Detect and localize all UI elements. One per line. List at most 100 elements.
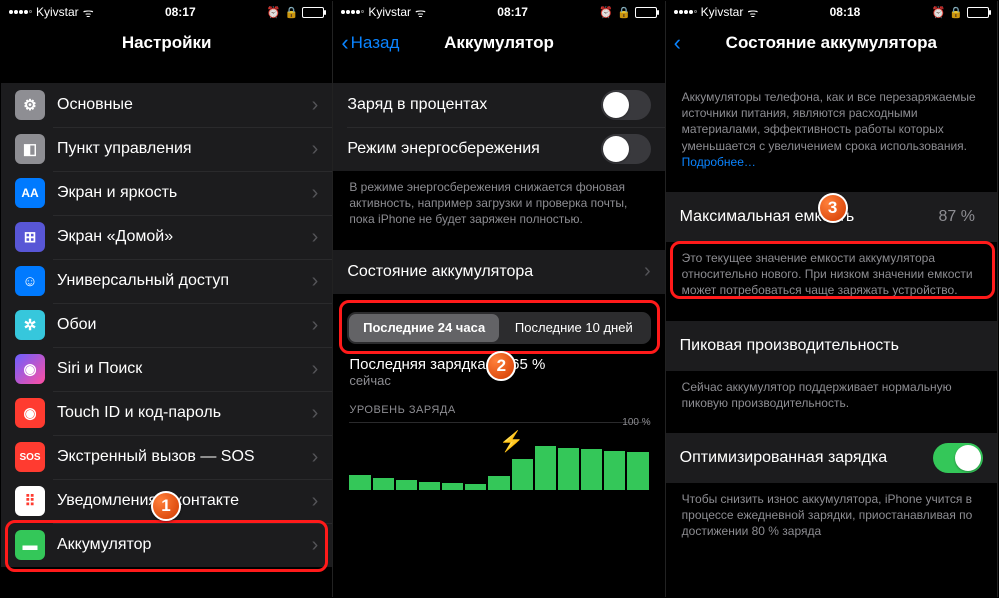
- chevron-right-icon: ›: [312, 138, 319, 161]
- chevron-left-icon: ‹: [341, 30, 348, 56]
- nav-bar: ‹ Состояние аккумулятора: [666, 21, 997, 65]
- chevron-right-icon: ›: [312, 226, 319, 249]
- battery-health-screen: Kyivstar ᯤ 08:18 ⏰ 🔒 ‹ Состояние аккумул…: [666, 1, 998, 597]
- signal-icon: [674, 10, 697, 14]
- max-capacity-footer: Это текущее значение емкости аккумулятор…: [666, 242, 997, 303]
- row-control-center[interactable]: ◧ Пункт управления ›: [1, 127, 332, 171]
- carrier-label: Kyivstar: [368, 5, 411, 19]
- wallpaper-icon: ✲: [15, 310, 45, 340]
- row-label: Основные: [57, 96, 312, 114]
- signal-icon: [341, 10, 364, 14]
- chart-header: УРОВЕНЬ ЗАРЯДА: [333, 392, 664, 418]
- last-charge-time: сейчас: [333, 373, 664, 392]
- row-peak-performance[interactable]: Пиковая производительность: [666, 321, 997, 371]
- row-label: Состояние аккумулятора: [347, 263, 644, 281]
- battery-list: Заряд в процентах Режим энергосбережения…: [333, 83, 664, 490]
- battery-icon: [635, 7, 657, 18]
- health-list: Аккумуляторы телефона, как и все перезар…: [666, 65, 997, 543]
- row-exposure[interactable]: ⠿ Уведомления о контакте ›: [1, 479, 332, 523]
- seg-10d[interactable]: Последние 10 дней: [499, 314, 649, 342]
- clock-label: 08:17: [165, 5, 196, 19]
- row-label: Пункт управления: [57, 140, 312, 158]
- battery-icon: ▬: [15, 530, 45, 560]
- row-display[interactable]: AA Экран и яркость ›: [1, 171, 332, 215]
- alarm-icon: ⏰: [932, 6, 946, 19]
- row-battery[interactable]: ▬ Аккумулятор ›: [1, 523, 332, 567]
- back-button[interactable]: ‹: [674, 30, 683, 56]
- chevron-left-icon: ‹: [674, 30, 681, 56]
- chevron-right-icon: ›: [312, 270, 319, 293]
- siri-icon: ◉: [15, 354, 45, 384]
- row-siri[interactable]: ◉ Siri и Поиск ›: [1, 347, 332, 391]
- low-power-footer: В режиме энергосбережения снижается фоно…: [333, 171, 664, 232]
- signal-icon: [9, 10, 32, 14]
- battery-screen: Kyivstar ᯤ 08:17 ⏰ 🔒 ‹ Назад Аккумулятор…: [333, 1, 665, 597]
- max-capacity-value: 87 %: [939, 208, 975, 226]
- row-label: Touch ID и код-пароль: [57, 404, 312, 422]
- clock-label: 08:17: [497, 5, 528, 19]
- gear-icon: ⚙: [15, 90, 45, 120]
- chart-y100: 100 %: [622, 417, 650, 428]
- carrier-label: Kyivstar: [36, 5, 79, 19]
- clock-label: 08:18: [830, 5, 861, 19]
- chevron-right-icon: ›: [312, 94, 319, 117]
- row-label: Экстренный вызов — SOS: [57, 448, 312, 466]
- nav-bar: Настройки: [1, 21, 332, 65]
- toggle-low-power[interactable]: [601, 134, 651, 164]
- toggle-optimized-charging[interactable]: [933, 443, 983, 473]
- switches-icon: ◧: [15, 134, 45, 164]
- page-title: Состояние аккумулятора: [726, 33, 937, 53]
- page-title: Настройки: [122, 33, 212, 53]
- accessibility-icon: ☺: [15, 266, 45, 296]
- row-wallpaper[interactable]: ✲ Обои ›: [1, 303, 332, 347]
- battery-chart: 100 % ⚡: [349, 422, 648, 490]
- row-label: Максимальная емкость: [680, 208, 939, 226]
- row-label: Режим энергосбережения: [347, 140, 600, 158]
- row-home-screen[interactable]: ⊞ Экран «Домой» ›: [1, 215, 332, 259]
- row-max-capacity[interactable]: Максимальная емкость 87 %: [666, 192, 997, 242]
- chevron-right-icon: ›: [644, 260, 651, 283]
- sos-icon: SOS: [15, 442, 45, 472]
- battery-icon: [967, 7, 989, 18]
- back-label: Назад: [351, 33, 400, 53]
- learn-more-link[interactable]: Подробнее…: [682, 155, 756, 169]
- chevron-right-icon: ›: [312, 402, 319, 425]
- segmented-control[interactable]: Последние 24 часа Последние 10 дней: [347, 312, 650, 344]
- carrier-label: Kyivstar: [701, 5, 744, 19]
- row-accessibility[interactable]: ☺ Универсальный доступ ›: [1, 259, 332, 303]
- chevron-right-icon: ›: [312, 182, 319, 205]
- row-sos[interactable]: SOS Экстренный вызов — SOS ›: [1, 435, 332, 479]
- grid-icon: ⊞: [15, 222, 45, 252]
- orientation-lock-icon: 🔒: [949, 6, 963, 19]
- battery-icon: [302, 7, 324, 18]
- wifi-icon: ᯤ: [747, 4, 758, 21]
- bolt-icon: ⚡: [499, 429, 524, 454]
- row-label: Siri и Поиск: [57, 360, 312, 378]
- seg-24h[interactable]: Последние 24 часа: [349, 314, 499, 342]
- orientation-lock-icon: 🔒: [285, 6, 299, 19]
- chevron-right-icon: ›: [312, 490, 319, 513]
- page-title: Аккумулятор: [444, 33, 554, 53]
- wifi-icon: ᯤ: [415, 4, 426, 21]
- settings-list: ⚙ Основные › ◧ Пункт управления › AA Экр…: [1, 83, 332, 567]
- status-bar: Kyivstar ᯤ 08:17 ⏰ 🔒: [1, 1, 332, 21]
- text-size-icon: AA: [15, 178, 45, 208]
- row-low-power[interactable]: Режим энергосбережения: [333, 127, 664, 171]
- toggle-battery-percent[interactable]: [601, 90, 651, 120]
- row-general[interactable]: ⚙ Основные ›: [1, 83, 332, 127]
- peak-footer: Сейчас аккумулятор поддерживает нормальн…: [666, 371, 997, 415]
- row-battery-health[interactable]: Состояние аккумулятора ›: [333, 250, 664, 294]
- row-label: Оптимизированная зарядка: [680, 449, 933, 467]
- chevron-right-icon: ›: [312, 534, 319, 557]
- row-touchid[interactable]: ◉ Touch ID и код-пароль ›: [1, 391, 332, 435]
- row-label: Пиковая производительность: [680, 337, 983, 355]
- row-battery-percent[interactable]: Заряд в процентах: [333, 83, 664, 127]
- intro-text: Аккумуляторы телефона, как и все перезар…: [666, 65, 997, 174]
- status-bar: Kyivstar ᯤ 08:18 ⏰ 🔒: [666, 1, 997, 21]
- last-charge-label: Последняя зарядка до 65 %: [333, 350, 664, 373]
- exposure-icon: ⠿: [15, 486, 45, 516]
- row-label: Универсальный доступ: [57, 272, 312, 290]
- back-button[interactable]: ‹ Назад: [341, 30, 399, 56]
- row-optimized-charging[interactable]: Оптимизированная зарядка: [666, 433, 997, 483]
- row-label: Экран и яркость: [57, 184, 312, 202]
